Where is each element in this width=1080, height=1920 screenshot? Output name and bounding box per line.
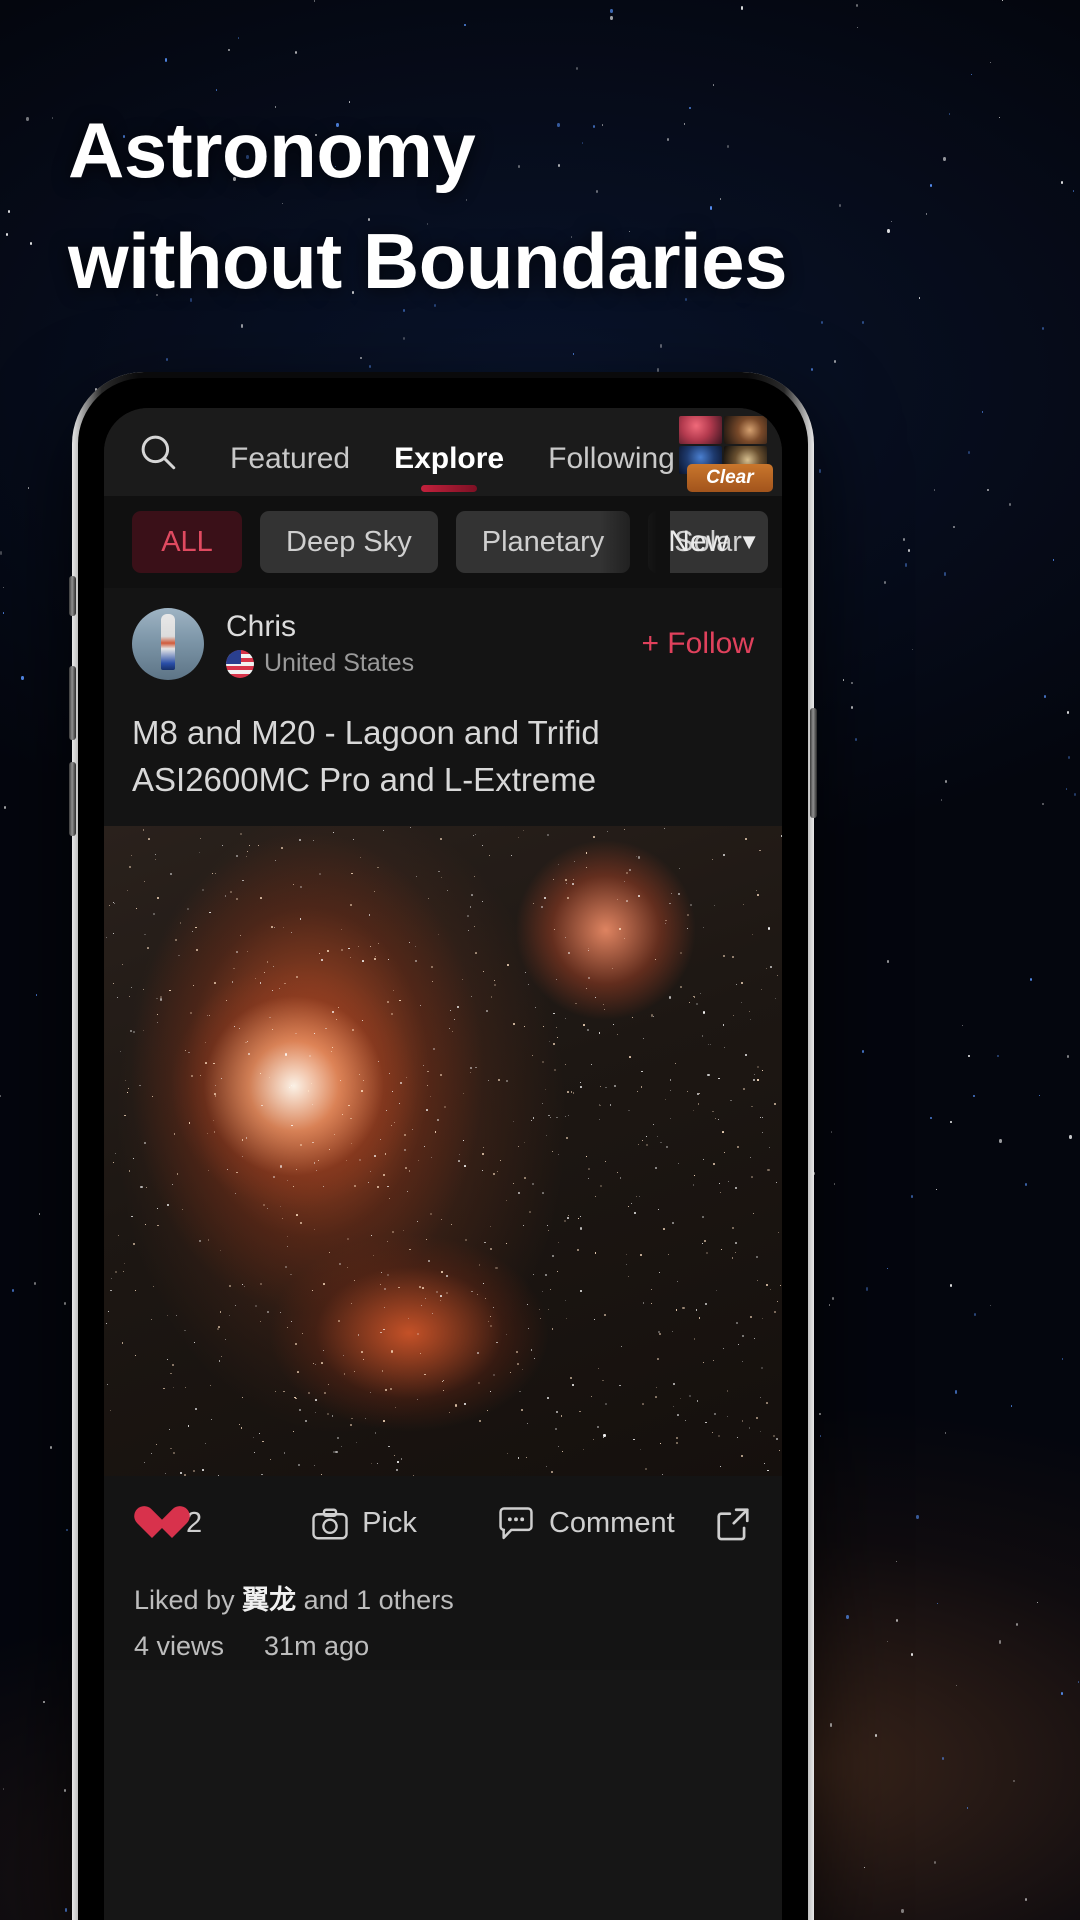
follow-button[interactable]: + Follow	[641, 627, 754, 661]
tab-explore-label: Explore	[394, 442, 504, 476]
view-count: 4 views	[134, 1624, 224, 1670]
chip-deep-sky[interactable]: Deep Sky	[260, 511, 438, 573]
chip-all[interactable]: ALL	[132, 511, 242, 573]
post-title-line-2: ASI2600MC Pro and L-Extreme	[132, 757, 754, 804]
author-info: Chris United States	[226, 610, 414, 678]
comment-label: Comment	[549, 1507, 675, 1540]
tab-following[interactable]: Following	[548, 442, 675, 492]
liked-by-text: Liked by 翼龙 and 1 others	[134, 1578, 752, 1624]
comment-button[interactable]: Comment	[497, 1507, 675, 1541]
headline-line-1: Astronomy	[68, 106, 475, 194]
liked-suffix: and 1 others	[296, 1585, 454, 1615]
chip-planetary[interactable]: Planetary	[456, 511, 631, 573]
filter-chip-row[interactable]: ALL Deep Sky Planetary Solar New ▼	[104, 496, 782, 588]
phone-mockup: Featured Explore Following Clear ALL Dee…	[78, 378, 808, 1920]
post-meta: Liked by 翼龙 and 1 others 4 views 31m ago	[104, 1572, 782, 1670]
avatar[interactable]	[132, 608, 204, 680]
liked-prefix: Liked by	[134, 1585, 242, 1615]
post-photo[interactable]	[104, 826, 782, 1476]
clear-badge-button[interactable]: Clear	[675, 416, 767, 488]
tab-bar: Featured Explore Following	[230, 408, 675, 496]
like-button[interactable]: 2	[134, 1507, 202, 1541]
share-icon	[714, 1505, 752, 1543]
pick-button[interactable]: Pick	[312, 1507, 417, 1540]
page-title: Astronomy without Boundaries	[68, 95, 968, 317]
author-name: Chris	[226, 610, 414, 644]
post-title-line-1: M8 and M20 - Lagoon and Trifid	[132, 710, 754, 757]
thumbnail-nebula-orange	[724, 416, 767, 444]
tab-explore[interactable]: Explore	[394, 442, 504, 492]
sort-dropdown[interactable]: New ▼	[668, 525, 760, 559]
camera-icon	[312, 1508, 348, 1540]
post-author-row: Chris United States + Follow	[104, 588, 782, 700]
chevron-down-icon: ▼	[738, 529, 760, 555]
heart-icon	[134, 1507, 172, 1541]
volume-up-button[interactable]	[69, 666, 76, 740]
timestamp: 31m ago	[264, 1624, 369, 1670]
post-action-bar: 2 Pick Comment	[104, 1476, 782, 1572]
tab-indicator-active	[421, 485, 477, 492]
mute-switch[interactable]	[69, 576, 76, 616]
sort-label: New	[668, 525, 728, 559]
search-button[interactable]	[132, 426, 184, 478]
tab-following-label: Following	[548, 442, 675, 476]
author-location: United States	[226, 649, 414, 678]
phone-screen: Featured Explore Following Clear ALL Dee…	[104, 408, 782, 1920]
power-button[interactable]	[810, 708, 817, 818]
liked-username[interactable]: 翼龙	[242, 1585, 296, 1615]
app-header: Featured Explore Following Clear	[104, 408, 782, 496]
tab-featured[interactable]: Featured	[230, 442, 350, 492]
share-button[interactable]	[714, 1505, 752, 1543]
headline-line-2: without Boundaries	[68, 206, 968, 317]
clear-badge-label: Clear	[687, 464, 773, 492]
volume-down-button[interactable]	[69, 762, 76, 836]
tab-featured-label: Featured	[230, 442, 350, 476]
author-country-label: United States	[264, 649, 414, 678]
thumbnail-nebula-red	[679, 416, 722, 444]
us-flag-icon	[226, 650, 254, 678]
rocket-icon	[161, 614, 175, 670]
comment-icon	[497, 1507, 535, 1541]
search-icon	[137, 431, 179, 473]
pick-label: Pick	[362, 1507, 417, 1540]
post-stats: 4 views 31m ago	[134, 1624, 752, 1670]
post-title: M8 and M20 - Lagoon and Trifid ASI2600MC…	[104, 700, 782, 826]
